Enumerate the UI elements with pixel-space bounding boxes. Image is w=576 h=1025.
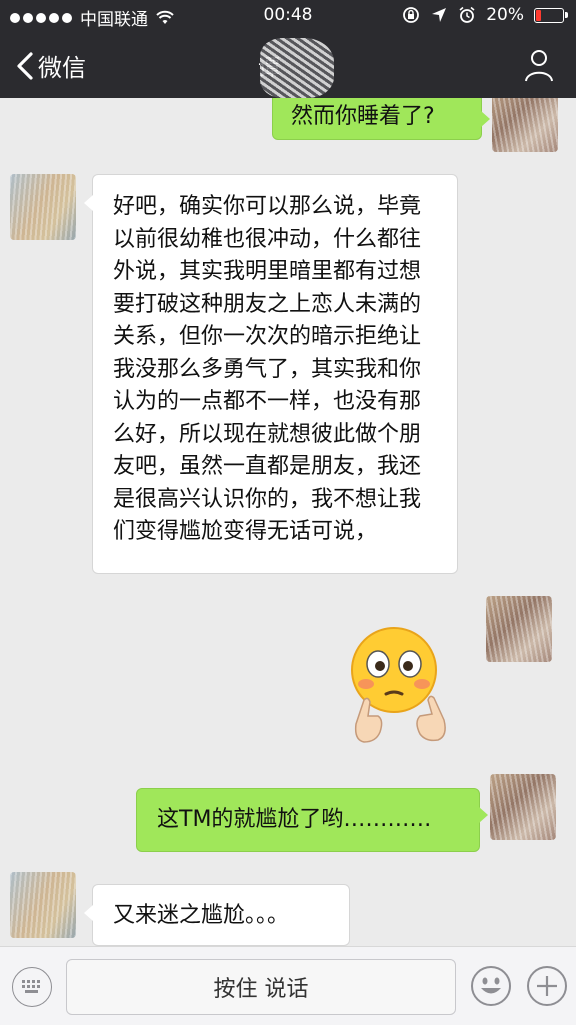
message-text: 好吧，确实你可以那么说，毕竟以前很幼稚也很冲动，什么都往外说，其实我明里暗里都有… <box>113 194 422 544</box>
person-icon <box>525 50 553 82</box>
keyboard-toggle-button[interactable] <box>12 967 52 1007</box>
chevron-left-icon <box>17 51 33 80</box>
alarm-icon <box>459 6 475 23</box>
keyboard-icon <box>22 980 40 993</box>
my-avatar[interactable] <box>486 596 552 662</box>
friend-avatar[interactable] <box>10 872 76 938</box>
nav-bar: 微信 谭 <box>0 32 576 98</box>
status-right: 20% <box>402 5 568 25</box>
battery-percent: 20% <box>486 5 524 25</box>
smiley-icon <box>471 966 511 1006</box>
message-text: 这TM的就尴尬了哟………… <box>157 807 432 832</box>
message-bubble-sent[interactable]: 这TM的就尴尬了哟………… <box>136 788 488 852</box>
my-avatar[interactable] <box>492 98 558 152</box>
hold-to-talk-button[interactable]: 按住 说话 <box>66 959 456 1015</box>
chat-area[interactable]: 然而你睡着了? 好吧，确实你可以那么说，毕竟以前很幼稚也很冲动，什么都往外说，其… <box>0 98 576 946</box>
flushed-face-icon <box>351 627 446 743</box>
input-bar: 按住 说话 <box>0 946 576 1025</box>
rotation-lock-icon <box>403 7 420 23</box>
friend-avatar[interactable] <box>10 174 76 240</box>
plus-icon <box>527 966 567 1006</box>
message-bubble-sent[interactable]: 然而你睡着了? <box>272 98 490 140</box>
message-text: 又来迷之尴尬。。。 <box>113 903 290 928</box>
emoji-button[interactable] <box>470 965 512 1007</box>
redaction-scribble <box>260 38 334 98</box>
message-bubble-received[interactable]: 又来迷之尴尬。。。 <box>84 884 350 946</box>
battery-icon <box>534 7 568 23</box>
more-functions-button[interactable] <box>526 965 568 1007</box>
message-bubble-received[interactable]: 好吧，确实你可以那么说，毕竟以前很幼稚也很冲动，什么都往外说，其实我明里暗里都有… <box>84 174 458 574</box>
message-text: 然而你睡着了? <box>291 104 435 129</box>
location-arrow-icon <box>432 8 447 22</box>
back-button[interactable]: 微信 <box>14 48 86 83</box>
my-avatar[interactable] <box>490 774 556 840</box>
emoji-message[interactable] <box>348 624 468 754</box>
back-label: 微信 <box>38 54 86 82</box>
status-bar: 中国联通 00:48 20% <box>0 0 576 32</box>
chat-info-button[interactable] <box>524 48 554 86</box>
